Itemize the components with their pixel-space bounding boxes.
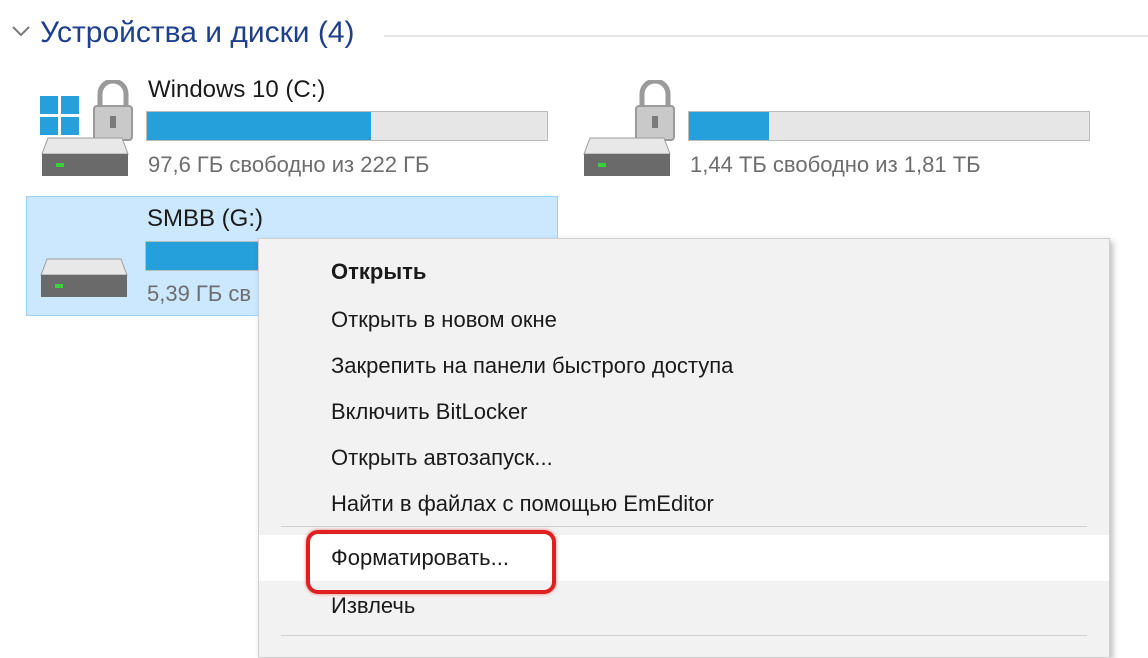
drive-name: SMBB (G:) (147, 205, 264, 232)
highlight-ring (306, 530, 556, 594)
menu-item-label: Открыть автозапуск... (331, 445, 553, 470)
menu-item-label: Включить BitLocker (331, 399, 528, 424)
chevron-down-icon[interactable] (10, 20, 32, 42)
menu-separator (281, 635, 1087, 636)
drive-free-space: 5,39 ГБ св (147, 281, 252, 306)
hard-drive-icon (41, 137, 129, 176)
group-title: Устройства и диски (4) (40, 16, 355, 49)
menu-item-label: Открыть (331, 259, 427, 284)
menu-item-pin-quick-access[interactable]: Закрепить на панели быстрого доступа (259, 343, 1109, 389)
hard-drive-icon (583, 137, 671, 176)
hard-drive-icon (40, 258, 128, 297)
drive-free-space: 1,44 ТБ свободно из 1,81 ТБ (690, 152, 981, 177)
menu-item-open-new-window[interactable]: Открыть в новом окне (259, 297, 1109, 343)
drive-usage-bar (688, 111, 1090, 141)
drive-usage-bar (146, 111, 548, 141)
menu-item-label: Открыть в новом окне (331, 307, 557, 332)
context-menu: Открыть Открыть в новом окне Закрепить н… (258, 238, 1110, 658)
menu-item-open[interactable]: Открыть (259, 249, 1109, 295)
devices-group-header[interactable]: Устройства и диски (4) (8, 14, 1148, 58)
drive-2[interactable]: 1,44 ТБ свободно из 1,81 ТБ (570, 76, 1100, 186)
menu-item-label: Найти в файлах с помощью EmEditor (331, 491, 714, 516)
drive-usage-fill (147, 112, 371, 140)
group-divider (384, 35, 1148, 37)
menu-item-find-emeditor[interactable]: Найти в файлах с помощью EmEditor (259, 481, 1109, 527)
menu-separator (281, 526, 1087, 527)
menu-item-enable-bitlocker[interactable]: Включить BitLocker (259, 389, 1109, 435)
drive-c[interactable]: Windows 10 (C:) 97,6 ГБ свободно из 222 … (28, 76, 558, 186)
menu-item-autoplay[interactable]: Открыть автозапуск... (259, 435, 1109, 481)
menu-item-label: Закрепить на панели быстрого доступа (331, 353, 734, 378)
drive-name: Windows 10 (C:) (148, 76, 326, 103)
windows-logo-icon (40, 96, 79, 135)
drive-usage-fill (689, 112, 769, 140)
drive-free-space: 97,6 ГБ свободно из 222 ГБ (148, 152, 430, 177)
menu-item-label: Извлечь (331, 593, 416, 618)
